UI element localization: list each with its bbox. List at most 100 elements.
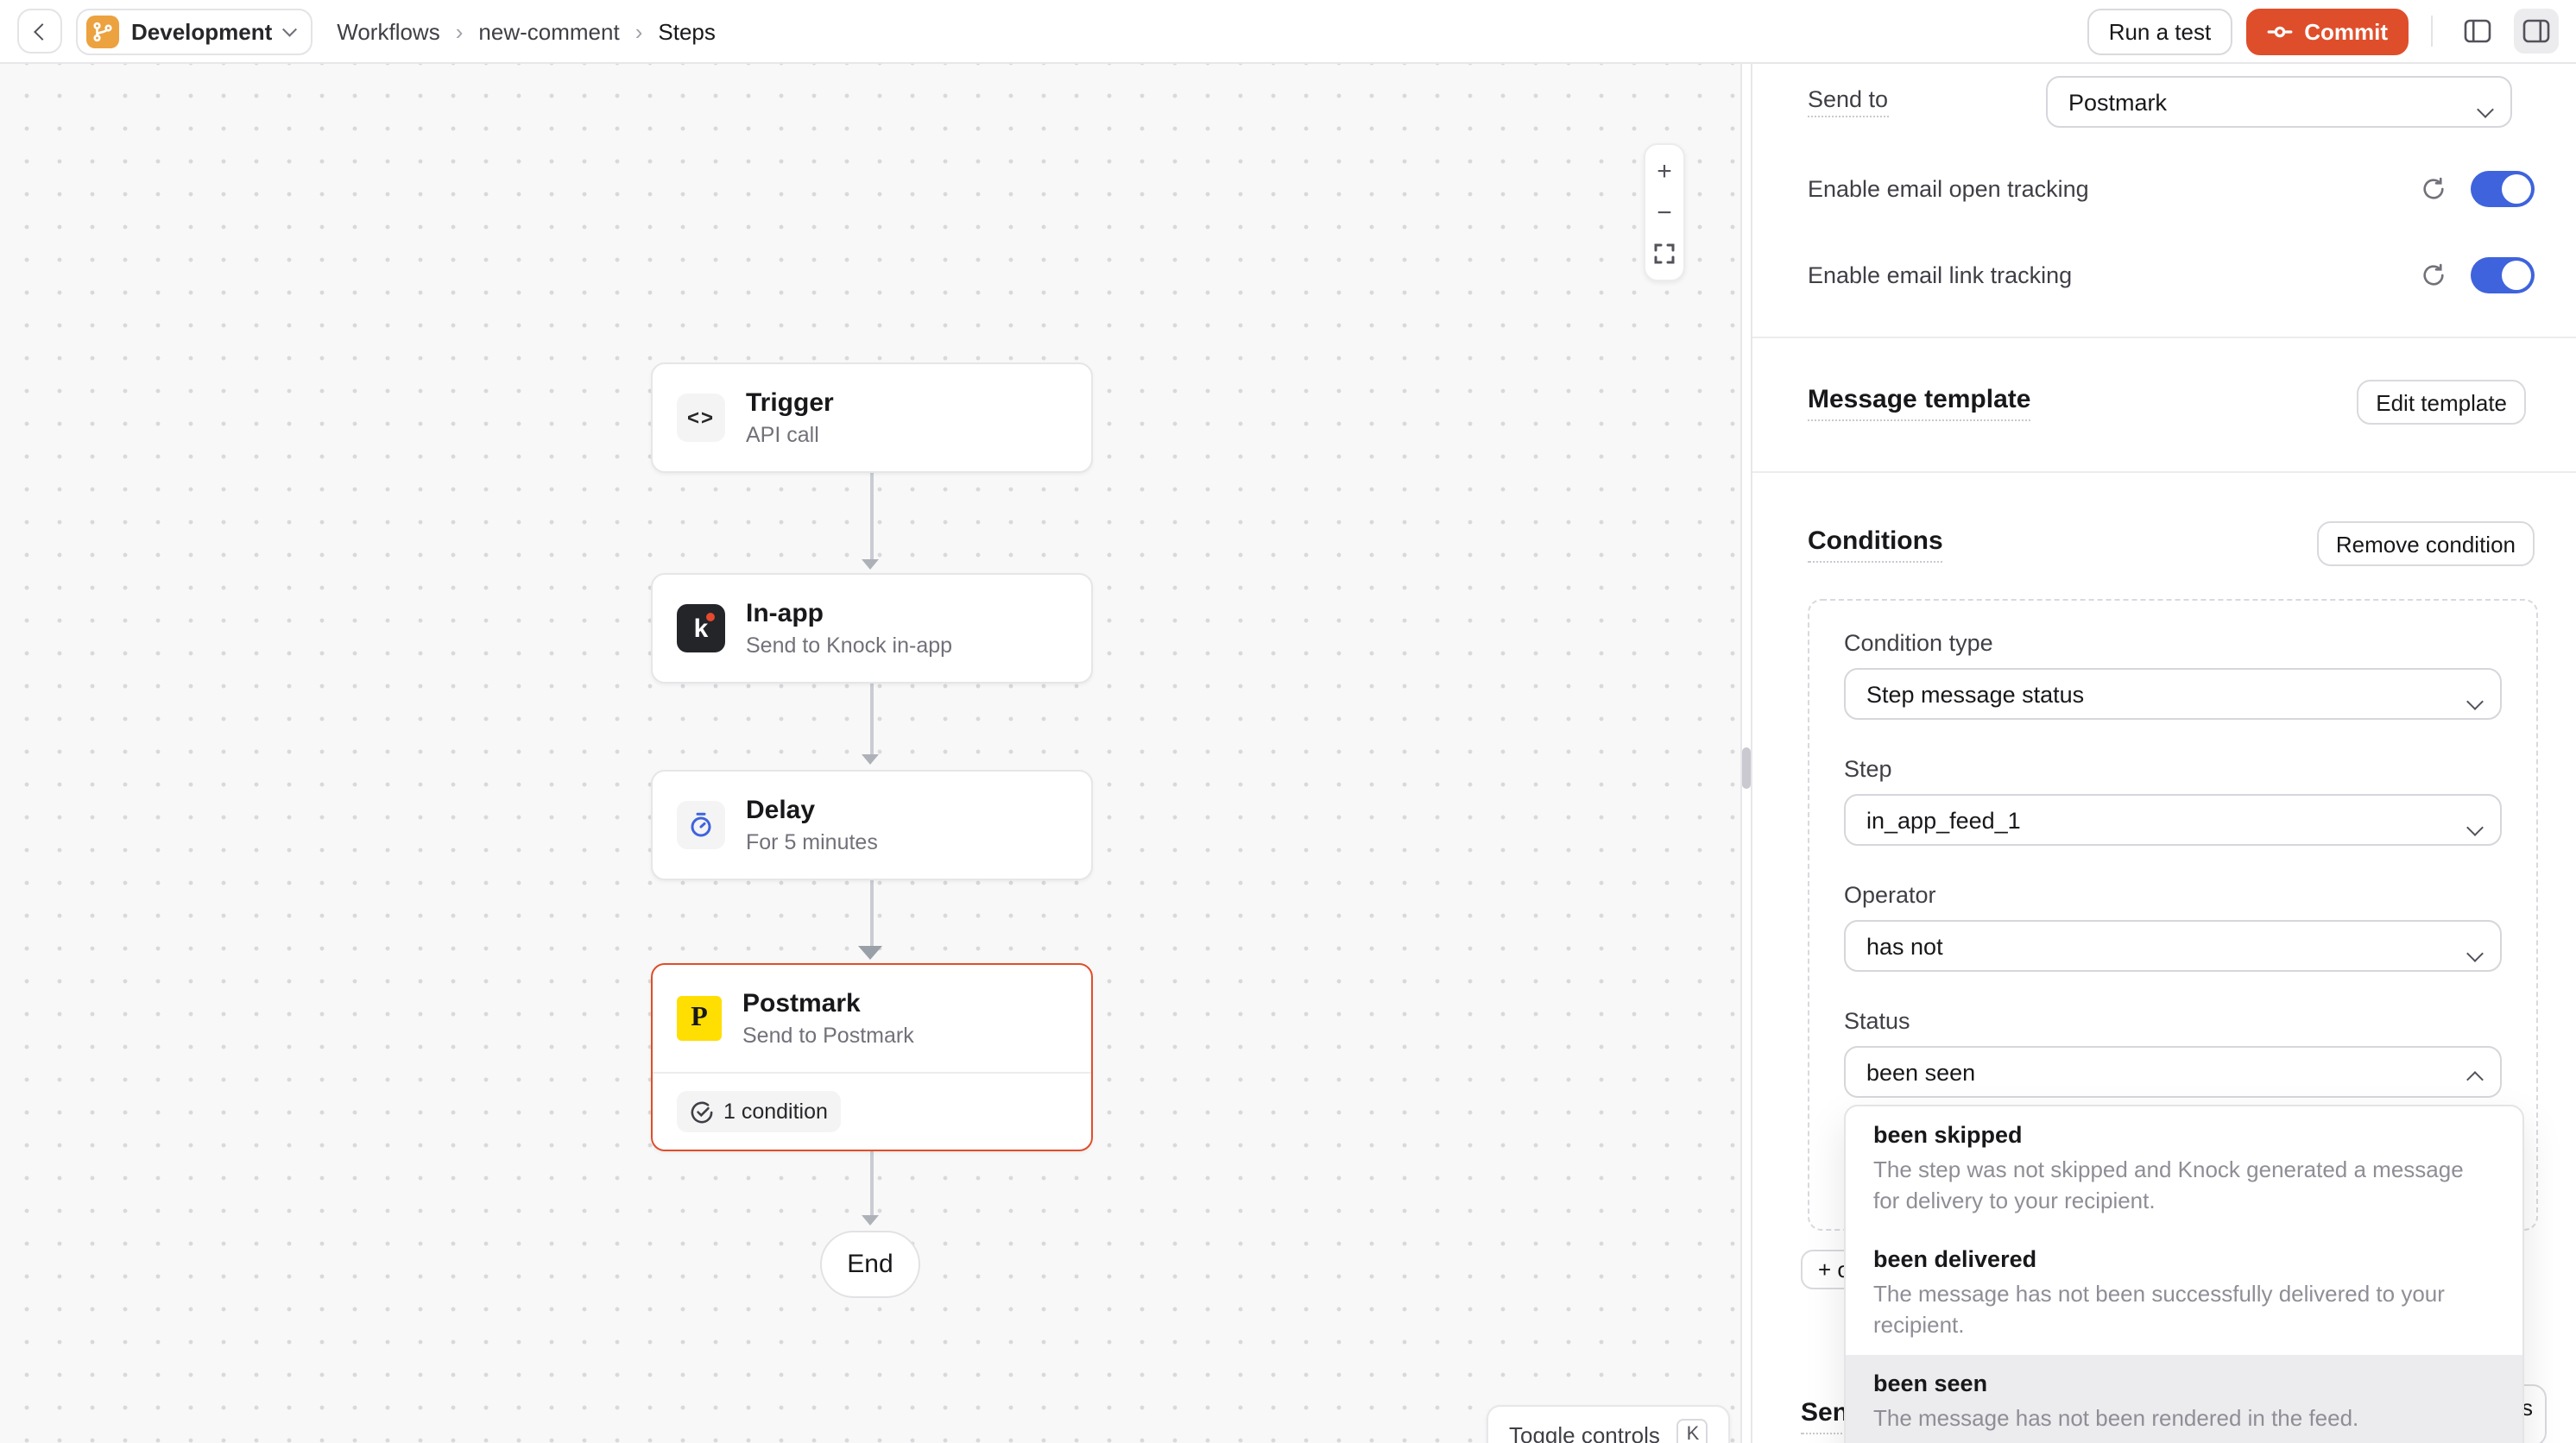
send-to-select[interactable]: Postmark: [2046, 76, 2512, 128]
node-in-app[interactable]: k In-app Send to Knock in-app: [651, 573, 1093, 684]
conditions-label: Conditions: [1808, 526, 1943, 562]
zoom-out-button[interactable]: −: [1645, 193, 1683, 231]
condition-count-badge: 1 condition: [677, 1091, 842, 1132]
condition-type-value: Step message status: [1866, 681, 2084, 707]
message-template-row: Message template Edit template: [1808, 380, 2535, 425]
panel-resize-gutter: [1744, 64, 1751, 1443]
fullscreen-icon: [1654, 243, 1675, 264]
chevron-down-icon: [282, 22, 296, 35]
message-template-label: Message template: [1808, 384, 2030, 420]
postmark-logo-icon: P: [677, 996, 722, 1041]
arrowhead-icon: [862, 754, 879, 765]
conditions-row: Conditions Remove condition: [1808, 520, 2535, 568]
sync-icon: [2421, 175, 2447, 201]
arrowhead-icon: [862, 1215, 879, 1226]
panel-resize-handle[interactable]: [1742, 747, 1751, 789]
send-to-label: Send to: [1808, 86, 1888, 117]
node-title: Postmark: [742, 986, 914, 1019]
step-select[interactable]: in_app_feed_1: [1844, 794, 2502, 846]
node-title: In-app: [746, 596, 952, 629]
open-tracking-toggle[interactable]: [2471, 170, 2535, 206]
breadcrumb-workflows[interactable]: Workflows: [337, 18, 439, 44]
edge-delay-postmark: [870, 880, 873, 948]
topbar-divider: [2431, 16, 2433, 47]
keyboard-shortcut-badge: K: [1677, 1419, 1708, 1443]
open-tracking-label: Enable email open tracking: [1808, 175, 2089, 201]
toggle-left-panel-button[interactable]: [2455, 9, 2500, 54]
edge-inapp-delay: [870, 684, 873, 756]
node-postmark[interactable]: P Postmark Send to Postmark 1 condition: [651, 963, 1093, 1151]
code-brackets-icon: <>: [677, 394, 725, 442]
chevron-down-icon: [2466, 945, 2484, 962]
status-label: Status: [1844, 1008, 2502, 1034]
check-circle-icon: [691, 1100, 713, 1123]
knock-logo-icon: k: [677, 604, 725, 652]
link-tracking-row: Enable email link tracking: [1808, 254, 2535, 295]
breadcrumb-steps: Steps: [658, 18, 716, 44]
status-option-been-seen[interactable]: been seen The message has not been rende…: [1846, 1355, 2522, 1443]
status-option-been-skipped[interactable]: been skipped The step was not skipped an…: [1846, 1106, 2522, 1231]
chevron-down-icon: [2477, 101, 2494, 118]
toggle-controls-bar[interactable]: Toggle controls K: [1487, 1405, 1731, 1443]
fit-view-button[interactable]: [1645, 235, 1683, 273]
status-select[interactable]: been seen: [1844, 1046, 2502, 1098]
operator-field: Operator has not: [1844, 882, 2502, 972]
node-subtitle: For 5 minutes: [746, 828, 878, 857]
environment-switcher[interactable]: Development: [76, 8, 313, 54]
breadcrumb-workflow-name[interactable]: new-comment: [478, 18, 619, 44]
status-option-been-delivered[interactable]: been delivered The message has not been …: [1846, 1231, 2522, 1355]
node-subtitle: Send to Knock in-app: [746, 631, 952, 660]
status-value: been seen: [1866, 1059, 1975, 1085]
remove-condition-button[interactable]: Remove condition: [2317, 521, 2535, 566]
breadcrumb-separator: ›: [456, 18, 464, 44]
chevron-left-icon: [34, 22, 51, 40]
send-to-value: Postmark: [2068, 89, 2167, 115]
node-title: Trigger: [746, 386, 834, 419]
send-to-row: Send to Postmark: [1808, 76, 2535, 128]
arrowhead-icon: [862, 559, 879, 570]
node-delay[interactable]: Delay For 5 minutes: [651, 770, 1093, 880]
breadcrumb-separator: ›: [635, 18, 643, 44]
step-label: Step: [1844, 756, 2502, 782]
node-subtitle: Send to Postmark: [742, 1021, 914, 1050]
link-tracking-toggle[interactable]: [2471, 256, 2535, 293]
node-end[interactable]: End: [820, 1231, 920, 1298]
top-bar: Development Workflows › new-comment › St…: [0, 0, 2576, 64]
option-description: The message has not been rendered in the…: [1873, 1403, 2495, 1434]
knock-workflow-editor: Development Workflows › new-comment › St…: [0, 0, 2576, 1443]
step-value: in_app_feed_1: [1866, 807, 2021, 833]
option-label: been delivered: [1873, 1245, 2495, 1276]
commit-button[interactable]: Commit: [2245, 8, 2409, 54]
status-dropdown-menu: been skipped The step was not skipped an…: [1844, 1105, 2524, 1443]
edge-postmark-end: [870, 1150, 873, 1217]
environment-label: Development: [131, 18, 272, 44]
condition-type-label: Condition type: [1844, 630, 2502, 656]
left-panel-icon: [2464, 19, 2491, 43]
commit-label: Commit: [2304, 18, 2388, 44]
back-button[interactable]: [17, 9, 62, 54]
operator-select[interactable]: has not: [1844, 920, 2502, 972]
edit-template-button[interactable]: Edit template: [2357, 380, 2526, 425]
knock-workflow-icon: [86, 15, 119, 47]
right-panel-icon: [2522, 19, 2550, 43]
chevron-up-icon: [2466, 1071, 2484, 1088]
run-a-test-button[interactable]: Run a test: [2088, 8, 2232, 54]
toggle-controls-label: Toggle controls: [1509, 1421, 1660, 1443]
section-divider: [1752, 337, 2576, 338]
step-field: Step in_app_feed_1: [1844, 756, 2502, 846]
chevron-down-icon: [2466, 819, 2484, 836]
condition-type-field: Condition type Step message status: [1844, 630, 2502, 720]
operator-label: Operator: [1844, 882, 2502, 908]
condition-card: Condition type Step message status Step …: [1808, 599, 2538, 1231]
node-subtitle: API call: [746, 420, 834, 450]
workflow-canvas[interactable]: <> Trigger API call k In-app Send to Kno…: [0, 64, 1742, 1443]
option-label: been seen: [1873, 1369, 2495, 1400]
zoom-in-button[interactable]: +: [1645, 152, 1683, 190]
edge-trigger-inapp: [870, 473, 873, 559]
send-windows-label: Sen: [1801, 1397, 1848, 1434]
toggle-right-panel-button[interactable]: [2514, 9, 2559, 54]
condition-type-select[interactable]: Step message status: [1844, 668, 2502, 720]
section-divider: [1752, 471, 2576, 473]
link-tracking-label: Enable email link tracking: [1808, 262, 2072, 287]
node-trigger[interactable]: <> Trigger API call: [651, 362, 1093, 473]
